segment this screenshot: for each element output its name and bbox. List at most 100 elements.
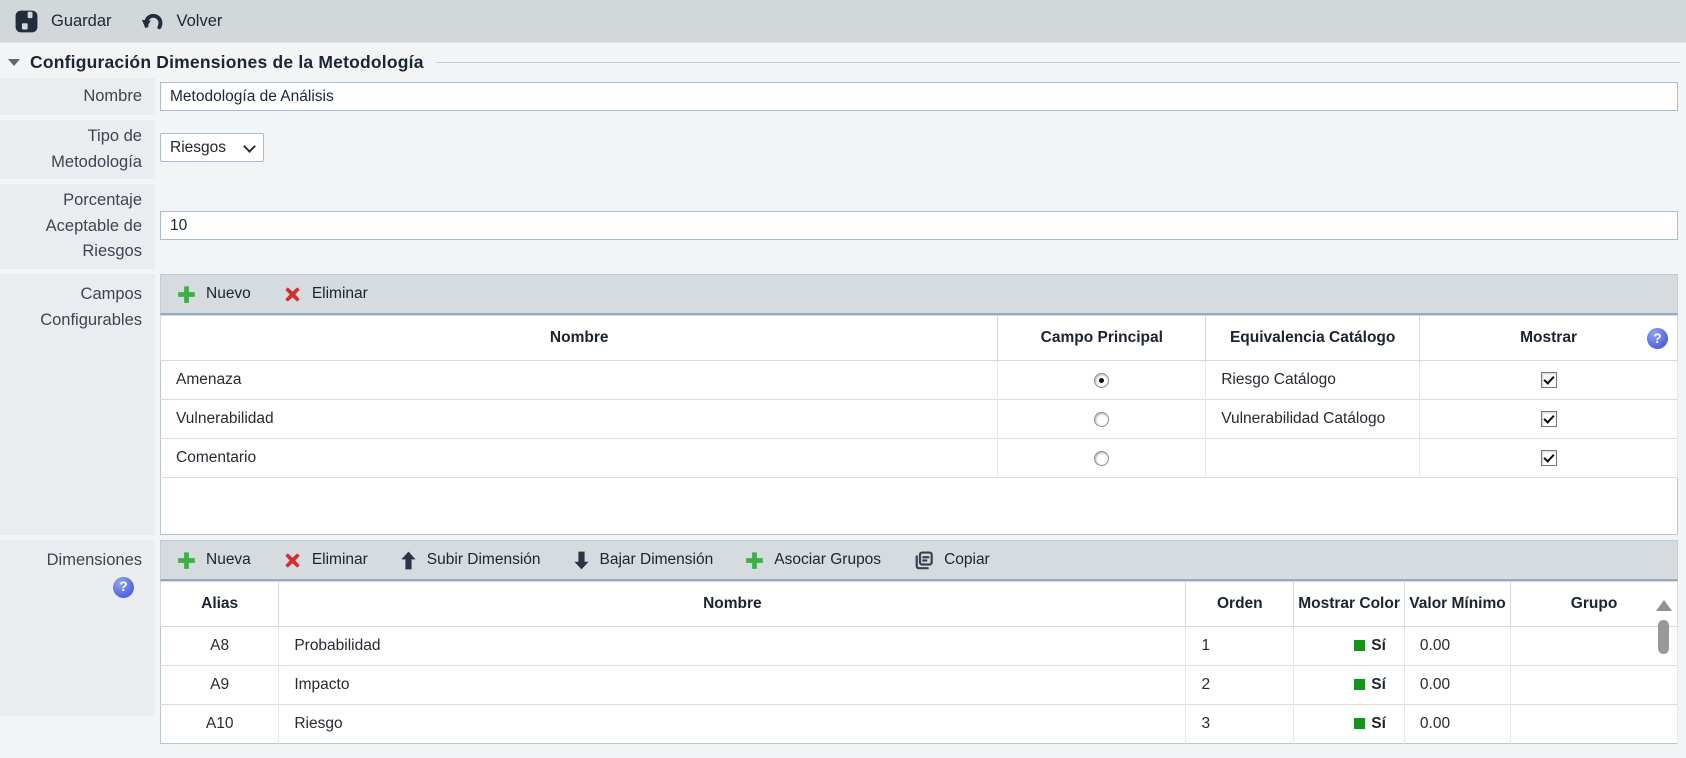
campo-mostrar-cell bbox=[1420, 361, 1678, 400]
campo-equivalencia-cell: Riesgo Catálogo bbox=[1206, 361, 1420, 400]
scrollbar[interactable] bbox=[1655, 587, 1672, 758]
help-icon[interactable]: ? bbox=[113, 577, 134, 598]
campo-equivalencia-cell: Vulnerabilidad Catálogo bbox=[1206, 400, 1420, 439]
main-toolbar: Guardar Volver bbox=[0, 0, 1686, 43]
tipo-label: Tipo de Metodología bbox=[0, 120, 155, 179]
dimension-minimo-cell: 0.00 bbox=[1404, 666, 1510, 705]
x-icon bbox=[283, 551, 302, 570]
campos-new-button[interactable]: Nuevo bbox=[177, 285, 251, 304]
dimension-grupo-cell bbox=[1511, 705, 1678, 744]
associate-groups-button[interactable]: Asociar Grupos bbox=[745, 551, 881, 570]
dimension-grupo-cell bbox=[1511, 627, 1678, 666]
dimensiones-new-label: Nueva bbox=[206, 551, 251, 569]
dimensiones-delete-button[interactable]: Eliminar bbox=[283, 551, 368, 570]
col-equivalencia: Equivalencia Catálogo bbox=[1206, 316, 1420, 361]
dimensiones-table: Alias Nombre Orden Mostrar Color Valor M… bbox=[160, 581, 1678, 744]
dimensiones-new-button[interactable]: Nueva bbox=[177, 551, 251, 570]
dimension-color-cell: Sí bbox=[1294, 666, 1405, 705]
radio-button[interactable] bbox=[1094, 412, 1109, 427]
table-row[interactable]: Vulnerabilidad Vulnerabilidad Catálogo bbox=[161, 400, 1678, 439]
campos-label: Campos Configurables bbox=[0, 274, 155, 535]
campos-header-row: Nombre Campo Principal Equivalencia Catá… bbox=[161, 316, 1678, 361]
nombre-label: Nombre bbox=[0, 78, 155, 115]
save-icon bbox=[15, 10, 38, 33]
dimension-nombre-cell: Impacto bbox=[279, 666, 1186, 705]
campo-principal-cell bbox=[998, 439, 1206, 478]
field-row-campos: Campos Configurables Nuevo Eliminar bbox=[0, 274, 1678, 535]
table-row[interactable]: A8 Probabilidad 1 Sí 0.00 bbox=[161, 627, 1678, 666]
section-title: Configuración Dimensiones de la Metodolo… bbox=[30, 52, 424, 73]
radio-button[interactable] bbox=[1094, 373, 1109, 388]
field-row-dimensiones: Dimensiones ? Nueva Eliminar bbox=[0, 540, 1678, 744]
checkbox[interactable] bbox=[1541, 411, 1557, 427]
dimensiones-label-cell: Dimensiones ? bbox=[0, 540, 155, 716]
table-row[interactable]: A10 Riesgo 3 Sí 0.00 bbox=[161, 705, 1678, 744]
dimension-orden-cell: 3 bbox=[1186, 705, 1294, 744]
col-nombre: Nombre bbox=[161, 316, 998, 361]
move-down-button[interactable]: Bajar Dimensión bbox=[573, 551, 714, 570]
col-mostrar-color: Mostrar Color bbox=[1294, 582, 1405, 627]
checkbox[interactable] bbox=[1541, 450, 1557, 466]
scrollbar-thumb[interactable] bbox=[1658, 620, 1669, 654]
dimension-color-cell: Sí bbox=[1294, 627, 1405, 666]
back-button-label: Volver bbox=[177, 12, 223, 31]
tipo-select[interactable]: Riesgos bbox=[160, 133, 264, 162]
campo-equivalencia-cell bbox=[1206, 439, 1420, 478]
campo-mostrar-cell bbox=[1420, 439, 1678, 478]
field-row-nombre: Nombre bbox=[0, 78, 1678, 115]
campo-mostrar-cell bbox=[1420, 400, 1678, 439]
dimension-orden-cell: 1 bbox=[1186, 627, 1294, 666]
table-row[interactable]: Amenaza Riesgo Catálogo bbox=[161, 361, 1678, 400]
plus-icon bbox=[177, 285, 196, 304]
col-alias: Alias bbox=[161, 582, 279, 627]
table-row[interactable]: Comentario bbox=[161, 439, 1678, 478]
plus-icon bbox=[177, 551, 196, 570]
col-orden: Orden bbox=[1186, 582, 1294, 627]
dimensiones-label: Dimensiones bbox=[4, 548, 142, 574]
dimensiones-header-row: Alias Nombre Orden Mostrar Color Valor M… bbox=[161, 582, 1678, 627]
col-valor-minimo: Valor Mínimo bbox=[1404, 582, 1510, 627]
undo-arrow-icon bbox=[140, 10, 164, 33]
checkbox[interactable] bbox=[1541, 372, 1557, 388]
col-nombre: Nombre bbox=[279, 582, 1186, 627]
dimension-minimo-cell: 0.00 bbox=[1404, 627, 1510, 666]
table-row[interactable]: A9 Impacto 2 Sí 0.00 bbox=[161, 666, 1678, 705]
porcentaje-label: Porcentaje Aceptable de Riesgos bbox=[0, 184, 155, 269]
campo-nombre-cell: Comentario bbox=[161, 439, 998, 478]
plus-icon bbox=[745, 551, 764, 570]
copy-icon bbox=[913, 550, 934, 571]
save-button[interactable]: Guardar bbox=[15, 10, 112, 33]
color-swatch bbox=[1354, 640, 1365, 651]
campos-toolbar: Nuevo Eliminar bbox=[160, 274, 1678, 315]
empty-table-area bbox=[161, 478, 1678, 535]
campos-delete-button[interactable]: Eliminar bbox=[283, 285, 368, 304]
back-button[interactable]: Volver bbox=[140, 10, 223, 33]
campos-new-label: Nuevo bbox=[206, 285, 251, 303]
save-button-label: Guardar bbox=[51, 12, 112, 31]
help-icon[interactable]: ? bbox=[1647, 328, 1668, 349]
porcentaje-input[interactable] bbox=[160, 211, 1678, 240]
move-up-label: Subir Dimensión bbox=[427, 551, 541, 569]
campo-nombre-cell: Vulnerabilidad bbox=[161, 400, 998, 439]
scroll-up-button[interactable] bbox=[1656, 600, 1672, 611]
radio-button[interactable] bbox=[1094, 451, 1109, 466]
move-up-button[interactable]: Subir Dimensión bbox=[400, 551, 541, 570]
campo-principal-cell bbox=[998, 400, 1206, 439]
collapse-caret-icon[interactable] bbox=[8, 59, 20, 66]
col-grupo: Grupo bbox=[1511, 582, 1678, 627]
copy-button[interactable]: Copiar bbox=[913, 550, 990, 571]
color-swatch bbox=[1354, 679, 1365, 690]
col-campo-principal: Campo Principal bbox=[998, 316, 1206, 361]
campo-nombre-cell: Amenaza bbox=[161, 361, 998, 400]
arrow-down-icon bbox=[573, 551, 590, 570]
field-row-porcentaje: Porcentaje Aceptable de Riesgos bbox=[0, 184, 1678, 269]
nombre-input[interactable] bbox=[160, 82, 1678, 111]
dimension-alias-cell: A8 bbox=[161, 627, 279, 666]
dimension-color-cell: Sí bbox=[1294, 705, 1405, 744]
field-row-tipo: Tipo de Metodología Riesgos bbox=[0, 120, 1678, 179]
dimension-grupo-cell bbox=[1511, 666, 1678, 705]
dimensiones-delete-label: Eliminar bbox=[312, 551, 368, 569]
dimension-orden-cell: 2 bbox=[1186, 666, 1294, 705]
col-mostrar: Mostrar ? bbox=[1420, 316, 1678, 361]
dimension-nombre-cell: Probabilidad bbox=[279, 627, 1186, 666]
